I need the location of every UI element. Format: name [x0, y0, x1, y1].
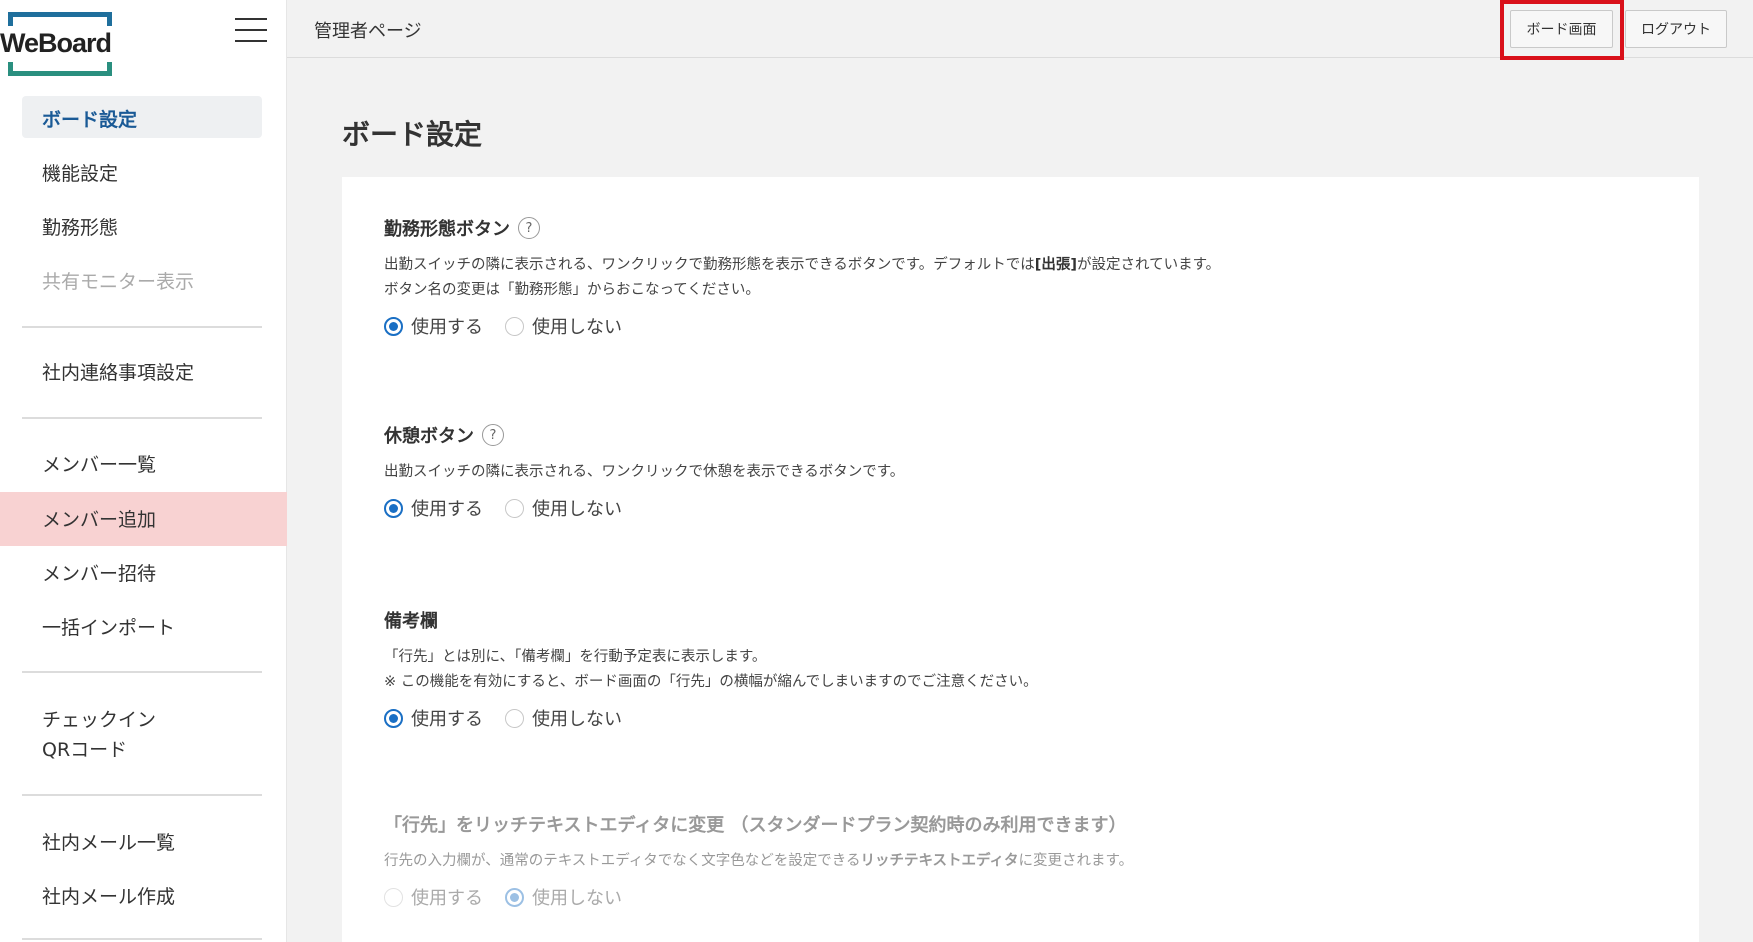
sidebar-item-board-settings[interactable]: ボード設定	[42, 105, 137, 132]
section-title-text: 「行先」をリッチテキストエディタに変更 （スタンダードプラン契約時のみ利用できま…	[384, 815, 1127, 836]
section-title: 「行先」をリッチテキストエディタに変更 （スタンダードプラン契約時のみ利用できま…	[384, 811, 1584, 837]
radio-not-use[interactable]: 使用しない	[505, 495, 622, 521]
hamburger-menu-icon[interactable]	[235, 18, 267, 44]
desc-text: 「行先」とは別に、「備考欄」を行動予定表に表示します。	[384, 649, 767, 665]
desc-bold-text: [出張]	[1034, 257, 1078, 273]
radio-label: 使用する	[411, 888, 483, 909]
logo-frame-bottom	[8, 62, 112, 76]
logo-text: WeBoard	[0, 28, 114, 59]
sidebar-item-bulk-import[interactable]: 一括インポート	[42, 613, 175, 640]
radio-group: 使用する 使用しない	[384, 495, 1584, 521]
radio-label: 使用しない	[532, 499, 622, 520]
radio-not-use[interactable]: 使用しない	[505, 705, 622, 731]
sidebar-divider	[22, 671, 262, 673]
section-title: 勤務形態ボタン ?	[384, 215, 1584, 241]
desc-text: が設定されています。	[1077, 257, 1221, 273]
sidebar-item-shared-monitor: 共有モニター表示	[42, 271, 195, 293]
radio-label: 使用する	[411, 317, 483, 338]
radio-unselected-icon[interactable]	[505, 708, 524, 728]
radio-label: 使用しない	[532, 888, 622, 909]
sidebar: WeBoard ボード設定 機能設定 勤務形態 共有モニター表示 社内連絡事項設…	[0, 0, 287, 942]
sidebar-divider	[22, 938, 262, 940]
sidebar-item-work-style[interactable]: 勤務形態	[42, 213, 118, 240]
sidebar-item-qr-code[interactable]: QRコード	[42, 735, 127, 762]
help-icon[interactable]: ?	[482, 424, 504, 446]
page-title: ボード設定	[342, 118, 483, 151]
logout-button[interactable]: ログアウト	[1625, 10, 1727, 48]
weboard-logo[interactable]: WeBoard	[0, 10, 120, 78]
section-title: 休憩ボタン ?	[384, 422, 1584, 448]
sidebar-divider	[22, 417, 262, 419]
radio-label: 使用しない	[532, 709, 622, 730]
board-screen-button[interactable]: ボード画面	[1510, 10, 1613, 48]
work-style-button-section: 勤務形態ボタン ? 出勤スイッチの隣に表示される、ワンクリックで勤務形態を表示で…	[384, 215, 1584, 339]
help-icon[interactable]: ?	[518, 217, 540, 239]
radio-label: 使用しない	[532, 317, 622, 338]
rich-text-editor-section: 「行先」をリッチテキストエディタに変更 （スタンダードプラン契約時のみ利用できま…	[384, 811, 1584, 910]
sidebar-item-feature-settings[interactable]: 機能設定	[42, 159, 118, 186]
desc-text: 出勤スイッチの隣に表示される、ワンクリックで勤務形態を表示できるボタンです。デフ…	[384, 257, 1035, 273]
sidebar-divider	[22, 794, 262, 796]
section-description: 出勤スイッチの隣に表示される、ワンクリックで休憩を表示できるボタンです。	[384, 460, 1584, 485]
section-description: 「行先」とは別に、「備考欄」を行動予定表に表示します。 ※ この機能を有効にする…	[384, 645, 1584, 695]
radio-selected-icon	[505, 887, 524, 907]
desc-text: 行先の入力欄が、通常のテキストエディタでなく文字色などを設定できる	[384, 853, 861, 869]
desc-text: ※ この機能を有効にすると、ボード画面の「行先」の横幅が縮んでしまいますのでご注…	[384, 674, 1038, 690]
top-header: 管理者ページ ボード画面 ログアウト	[287, 0, 1753, 60]
sidebar-item-invite-member[interactable]: メンバー招待	[42, 559, 156, 586]
admin-page-label: 管理者ページ	[314, 21, 422, 42]
remarks-section: 備考欄 「行先」とは別に、「備考欄」を行動予定表に表示します。 ※ この機能を有…	[384, 607, 1584, 731]
desc-bold-text: リッチテキストエディタ	[860, 853, 1019, 869]
sidebar-divider	[22, 326, 262, 328]
sidebar-item-announcement-settings[interactable]: 社内連絡事項設定	[42, 358, 194, 385]
section-description: 行先の入力欄が、通常のテキストエディタでなく文字色などを設定できるリッチテキスト…	[384, 849, 1584, 874]
radio-group: 使用する 使用しない	[384, 313, 1584, 339]
radio-selected-icon[interactable]	[384, 498, 403, 518]
radio-use[interactable]: 使用する	[384, 495, 483, 521]
sidebar-item-checkin[interactable]: チェックイン	[42, 705, 156, 732]
sidebar-item-add-member[interactable]: メンバー追加	[42, 505, 156, 532]
radio-use: 使用する	[384, 884, 483, 910]
radio-unselected-icon	[384, 887, 403, 907]
logo-frame-top	[8, 12, 112, 26]
desc-text: ボタン名の変更は「勤務形態」からおこなってください。	[384, 282, 760, 298]
section-title-text: 休憩ボタン	[384, 426, 474, 447]
sidebar-item-internal-mail-list[interactable]: 社内メール一覧	[42, 828, 175, 855]
radio-group: 使用する 使用しない	[384, 884, 1584, 910]
radio-group: 使用する 使用しない	[384, 705, 1584, 731]
section-title: 備考欄	[384, 607, 1584, 633]
radio-label: 使用する	[411, 709, 483, 730]
sidebar-item-compose-internal-mail[interactable]: 社内メール作成	[42, 882, 175, 909]
break-button-section: 休憩ボタン ? 出勤スイッチの隣に表示される、ワンクリックで休憩を表示できるボタ…	[384, 422, 1584, 521]
radio-not-use: 使用しない	[505, 884, 622, 910]
section-title-text: 勤務形態ボタン	[384, 219, 510, 240]
radio-use[interactable]: 使用する	[384, 705, 483, 731]
desc-text: 出勤スイッチの隣に表示される、ワンクリックで休憩を表示できるボタンです。	[384, 464, 905, 480]
desc-text: に変更されます。	[1018, 853, 1134, 869]
radio-selected-icon[interactable]	[384, 708, 403, 728]
radio-unselected-icon[interactable]	[505, 316, 524, 336]
section-description: 出勤スイッチの隣に表示される、ワンクリックで勤務形態を表示できるボタンです。デフ…	[384, 253, 1584, 303]
settings-card: 勤務形態ボタン ? 出勤スイッチの隣に表示される、ワンクリックで勤務形態を表示で…	[342, 177, 1699, 942]
radio-label: 使用する	[411, 499, 483, 520]
radio-not-use[interactable]: 使用しない	[505, 313, 622, 339]
section-title-text: 備考欄	[384, 611, 438, 632]
sidebar-item-member-list[interactable]: メンバー一覧	[42, 450, 156, 477]
radio-unselected-icon[interactable]	[505, 498, 524, 518]
radio-selected-icon[interactable]	[384, 316, 403, 336]
radio-use[interactable]: 使用する	[384, 313, 483, 339]
